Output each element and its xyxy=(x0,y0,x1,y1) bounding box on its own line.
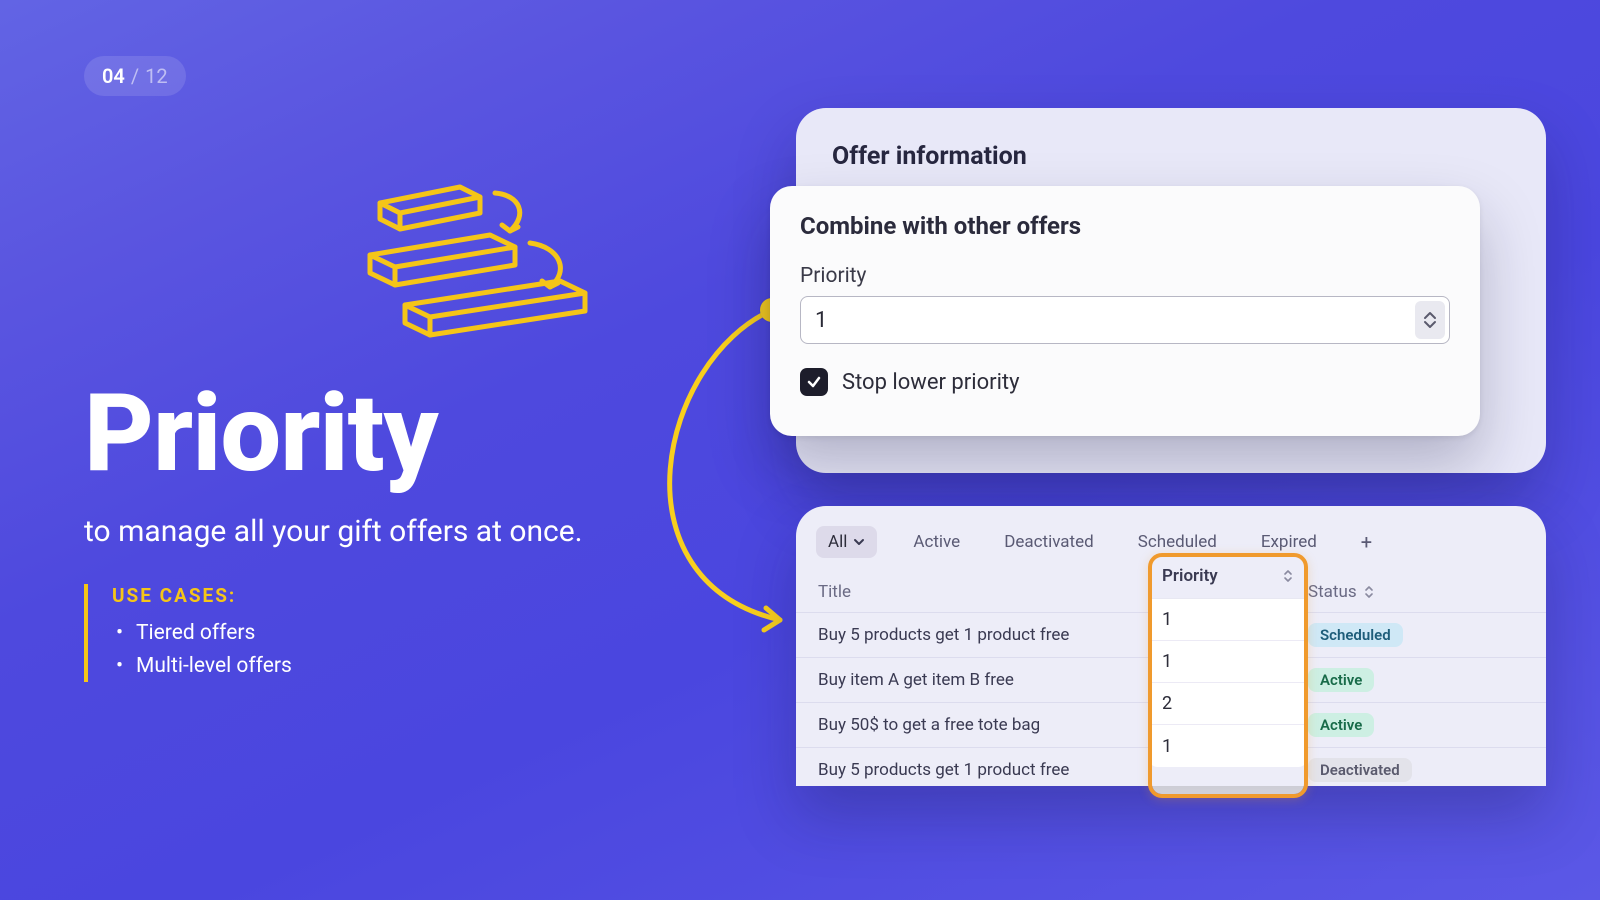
row-title: Buy 5 products get 1 product free xyxy=(818,625,1148,645)
use-case-item: Multi-level offers xyxy=(112,650,292,683)
combine-offers-card: Combine with other offers Priority 1 Sto… xyxy=(770,186,1480,436)
priority-input[interactable]: 1 xyxy=(800,296,1450,344)
slide-pagination: 04 / 12 xyxy=(84,56,186,96)
col-priority-label: Priority xyxy=(1162,566,1218,586)
status-badge: Scheduled xyxy=(1308,623,1403,647)
chevron-down-icon xyxy=(853,536,865,548)
stop-lower-checkbox[interactable] xyxy=(800,368,828,396)
priority-cell[interactable]: 1 xyxy=(1148,725,1308,767)
tab-active[interactable]: Active xyxy=(905,526,968,558)
check-icon xyxy=(806,374,822,390)
priority-cell[interactable]: 1 xyxy=(1148,599,1308,641)
col-title[interactable]: Title xyxy=(818,582,1148,602)
chevron-down-icon xyxy=(1423,320,1437,330)
page-title: Priority xyxy=(84,380,583,488)
page-total: 12 xyxy=(145,64,167,88)
priority-illustration xyxy=(360,175,620,345)
page-separator: / xyxy=(131,64,139,88)
tab-all-label: All xyxy=(828,532,847,552)
offer-information-title: Offer information xyxy=(832,142,1510,171)
chevron-up-icon xyxy=(1423,310,1437,320)
priority-column-overlay: Priority 1 1 2 1 xyxy=(1148,553,1308,767)
use-cases: USE CASES: Tiered offers Multi-level off… xyxy=(84,584,292,682)
use-cases-heading: USE CASES: xyxy=(112,584,292,607)
sort-icon xyxy=(1363,585,1375,599)
use-case-item: Tiered offers xyxy=(112,617,292,650)
row-title: Buy 50$ to get a free tote bag xyxy=(818,715,1148,735)
status-badge: Deactivated xyxy=(1308,758,1412,782)
priority-cell[interactable]: 2 xyxy=(1148,683,1308,725)
col-status-label: Status xyxy=(1308,582,1357,602)
sort-icon xyxy=(1282,569,1294,583)
priority-cell[interactable]: 1 xyxy=(1148,641,1308,683)
priority-label: Priority xyxy=(800,264,1450,288)
page-current: 04 xyxy=(102,64,125,88)
status-badge: Active xyxy=(1308,668,1374,692)
tab-deactivated[interactable]: Deactivated xyxy=(996,526,1102,558)
col-priority-header[interactable]: Priority xyxy=(1148,553,1308,599)
col-status[interactable]: Status xyxy=(1308,582,1488,602)
combine-section-title: Combine with other offers xyxy=(800,212,1450,240)
hero-title-block: Priority to manage all your gift offers … xyxy=(84,380,583,549)
stop-lower-label: Stop lower priority xyxy=(842,370,1020,395)
tab-add-button[interactable]: + xyxy=(1353,524,1380,560)
tab-all[interactable]: All xyxy=(816,526,877,558)
status-badge: Active xyxy=(1308,713,1374,737)
priority-stepper[interactable] xyxy=(1415,301,1445,339)
priority-input-value: 1 xyxy=(815,308,827,333)
row-title: Buy 5 products get 1 product free xyxy=(818,760,1148,780)
row-title: Buy item A get item B free xyxy=(818,670,1148,690)
page-subtitle: to manage all your gift offers at once. xyxy=(84,514,583,549)
